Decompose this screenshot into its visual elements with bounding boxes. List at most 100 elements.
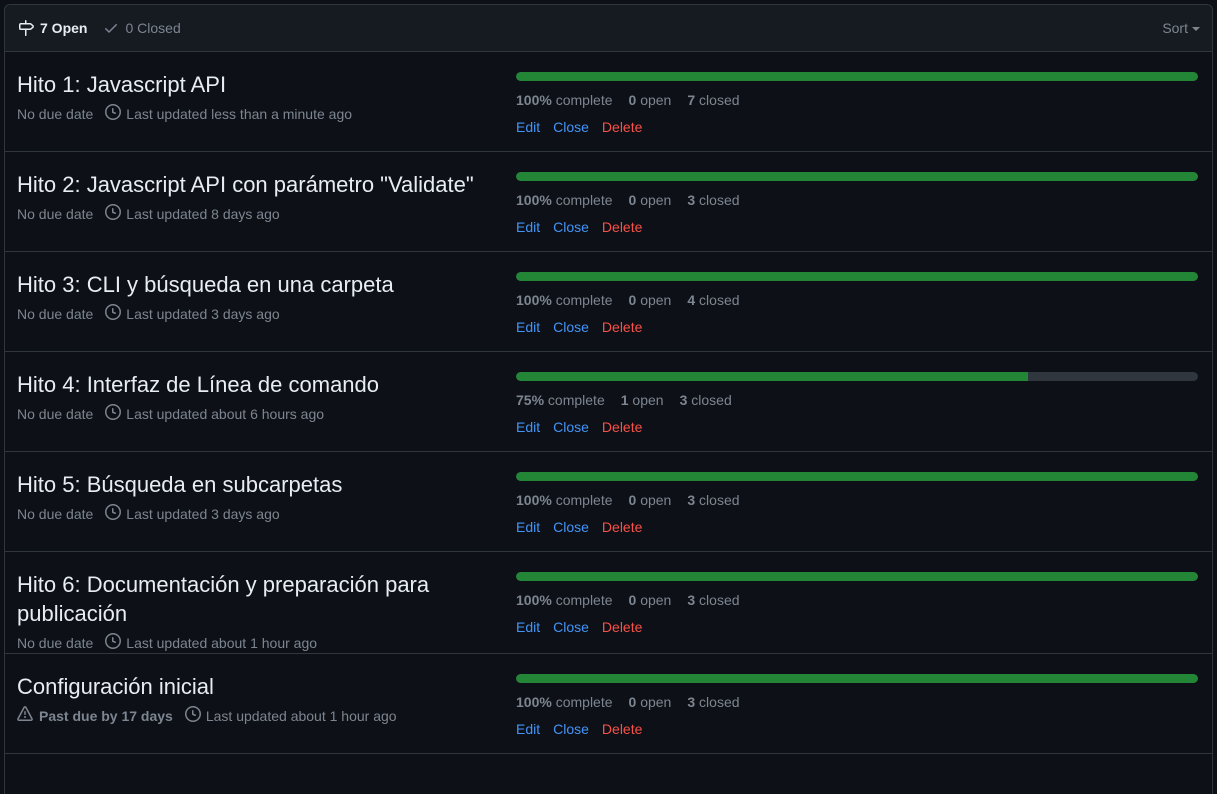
milestone-actions: Edit Close Delete	[516, 119, 1198, 151]
close-link[interactable]: Close	[553, 219, 589, 235]
due-date: No due date	[17, 505, 93, 523]
open-issues-count: 0 open	[628, 492, 672, 508]
check-icon	[103, 20, 119, 36]
open-milestones-filter[interactable]: 7 Open	[18, 20, 87, 36]
sort-dropdown[interactable]: Sort	[1162, 20, 1200, 36]
edit-link[interactable]: Edit	[516, 619, 540, 635]
due-date: No due date	[17, 205, 93, 223]
progress-bar-fill	[516, 272, 1198, 281]
last-updated: Last updated less than a minute ago	[105, 104, 352, 124]
delete-link[interactable]: Delete	[602, 119, 642, 135]
milestone-title[interactable]: Configuración inicial	[17, 672, 496, 701]
open-issues-count: 1 open	[620, 392, 664, 408]
milestone-progress: 100% complete 0 open 3 closed Edit Close…	[516, 672, 1198, 753]
closed-issues-count: 3 closed	[679, 392, 732, 408]
milestone-title[interactable]: Hito 4: Interfaz de Línea de comando	[17, 370, 496, 399]
milestone-progress: 75% complete 1 open 3 closed Edit Close …	[516, 370, 1198, 451]
milestone-actions: Edit Close Delete	[516, 319, 1198, 351]
progress-bar	[516, 372, 1198, 381]
caret-down-icon	[1192, 27, 1200, 31]
progress-bar	[516, 72, 1198, 81]
close-link[interactable]: Close	[553, 519, 589, 535]
clock-icon	[105, 633, 122, 653]
closed-issues-count: 7 closed	[687, 92, 740, 108]
due-date-text: No due date	[17, 106, 94, 122]
milestone-progress: 100% complete 0 open 7 closed Edit Close…	[516, 70, 1198, 151]
clock-icon	[105, 304, 122, 324]
milestone-meta: No due date Last updated 8 days ago	[17, 204, 496, 224]
milestone-title[interactable]: Hito 5: Búsqueda en subcarpetas	[17, 470, 496, 499]
open-issues-count: 0 open	[628, 694, 672, 710]
last-updated-text: Last updated about 6 hours ago	[126, 406, 325, 422]
clock-icon	[105, 504, 122, 524]
progress-stats: 100% complete 0 open 4 closed	[516, 292, 1198, 308]
delete-link[interactable]: Delete	[602, 721, 642, 737]
milestone-actions: Edit Close Delete	[516, 721, 1198, 753]
edit-link[interactable]: Edit	[516, 519, 540, 535]
due-date: No due date	[17, 405, 93, 423]
open-issues-count: 0 open	[628, 292, 672, 308]
milestones-header: 7 Open 0 Closed Sort	[5, 5, 1212, 52]
milestone-row: Hito 5: Búsqueda en subcarpetas No due d…	[5, 452, 1212, 552]
closed-issues-count: 3 closed	[687, 694, 740, 710]
last-updated: Last updated 3 days ago	[105, 504, 280, 524]
percent-complete: 100% complete	[516, 492, 613, 508]
milestone-actions: Edit Close Delete	[516, 619, 1198, 651]
last-updated-text: Last updated 3 days ago	[126, 506, 280, 522]
milestone-meta: No due date Last updated about 1 hour ag…	[17, 633, 496, 653]
edit-link[interactable]: Edit	[516, 721, 540, 737]
progress-stats: 100% complete 0 open 7 closed	[516, 92, 1198, 108]
alert-icon	[17, 706, 33, 725]
closed-milestones-filter[interactable]: 0 Closed	[103, 20, 181, 36]
edit-link[interactable]: Edit	[516, 319, 540, 335]
milestone-info: Configuración inicial Past due by 17 day…	[17, 672, 516, 753]
milestone-progress: 100% complete 0 open 4 closed Edit Close…	[516, 270, 1198, 351]
last-updated: Last updated about 1 hour ago	[184, 706, 397, 726]
closed-issues-count: 3 closed	[687, 492, 740, 508]
close-link[interactable]: Close	[553, 319, 589, 335]
edit-link[interactable]: Edit	[516, 219, 540, 235]
milestone-row: Hito 1: Javascript API No due date Last …	[5, 52, 1212, 152]
progress-stats: 100% complete 0 open 3 closed	[516, 192, 1198, 208]
milestone-row: Hito 4: Interfaz de Línea de comando No …	[5, 352, 1212, 452]
progress-stats: 100% complete 0 open 3 closed	[516, 592, 1198, 608]
progress-bar	[516, 674, 1198, 683]
milestone-meta: No due date Last updated 3 days ago	[17, 304, 496, 324]
last-updated-text: Last updated about 1 hour ago	[126, 635, 318, 651]
milestone-row: Hito 2: Javascript API con parámetro "Va…	[5, 152, 1212, 252]
due-date: Past due by 17 days	[17, 706, 173, 726]
milestone-progress: 100% complete 0 open 3 closed Edit Close…	[516, 570, 1198, 653]
due-date: No due date	[17, 105, 93, 123]
clock-icon	[105, 104, 122, 124]
progress-bar	[516, 572, 1198, 581]
last-updated-text: Last updated 3 days ago	[126, 306, 280, 322]
last-updated: Last updated 3 days ago	[105, 304, 280, 324]
close-link[interactable]: Close	[553, 619, 589, 635]
last-updated: Last updated about 6 hours ago	[105, 404, 324, 424]
due-date-text: No due date	[17, 306, 94, 322]
milestone-progress: 100% complete 0 open 3 closed Edit Close…	[516, 170, 1198, 251]
milestone-meta: No due date Last updated 3 days ago	[17, 504, 496, 524]
milestone-title[interactable]: Hito 2: Javascript API con parámetro "Va…	[17, 170, 496, 199]
edit-link[interactable]: Edit	[516, 419, 540, 435]
close-link[interactable]: Close	[553, 419, 589, 435]
close-link[interactable]: Close	[553, 119, 589, 135]
edit-link[interactable]: Edit	[516, 119, 540, 135]
milestone-meta: No due date Last updated about 6 hours a…	[17, 404, 496, 424]
due-date-text: No due date	[17, 206, 94, 222]
open-issues-count: 0 open	[628, 592, 672, 608]
milestone-progress: 100% complete 0 open 3 closed Edit Close…	[516, 470, 1198, 551]
delete-link[interactable]: Delete	[602, 619, 642, 635]
milestone-row: Configuración inicial Past due by 17 day…	[5, 654, 1212, 754]
milestone-title[interactable]: Hito 6: Documentación y preparación para…	[17, 570, 496, 628]
milestone-title[interactable]: Hito 3: CLI y búsqueda en una carpeta	[17, 270, 496, 299]
delete-link[interactable]: Delete	[602, 419, 642, 435]
progress-bar-fill	[516, 572, 1198, 581]
open-count-label: 7 Open	[40, 20, 88, 36]
close-link[interactable]: Close	[553, 721, 589, 737]
delete-link[interactable]: Delete	[602, 319, 642, 335]
closed-issues-count: 3 closed	[687, 192, 740, 208]
delete-link[interactable]: Delete	[602, 519, 642, 535]
delete-link[interactable]: Delete	[602, 219, 642, 235]
milestone-title[interactable]: Hito 1: Javascript API	[17, 70, 496, 99]
